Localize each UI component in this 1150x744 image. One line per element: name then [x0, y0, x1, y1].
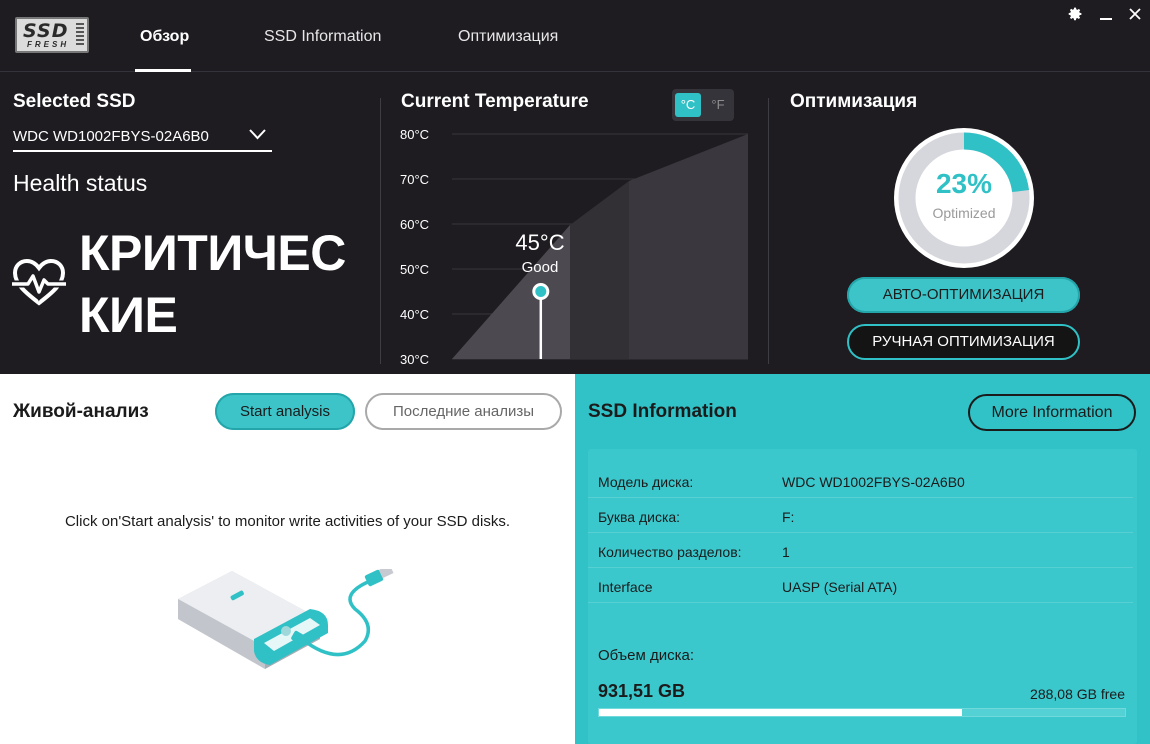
fahrenheit-button[interactable]: °F [705, 93, 731, 117]
info-value: F: [782, 509, 795, 525]
info-key: Interface [598, 579, 653, 595]
minimize-icon[interactable] [1096, 6, 1116, 26]
temp-area-warm [570, 181, 629, 359]
optimization-title: Оптимизация [790, 91, 918, 112]
temperature-tick-label: 70°C [400, 172, 429, 187]
ssd-dropdown-value: WDC WD1002FBYS-02A6B0 [13, 128, 209, 145]
info-key: Количество разделов: [598, 544, 742, 560]
info-row-partitions: Количество разделов: 1 [588, 533, 1133, 568]
info-value: 1 [782, 544, 790, 560]
auto-optimize-button[interactable]: АВТО-ОПТИМИЗАЦИЯ [847, 277, 1080, 313]
temperature-tick-label: 60°C [400, 217, 429, 232]
info-row-model: Модель диска: WDC WD1002FBYS-02A6B0 [588, 463, 1133, 498]
tab-optimization[interactable]: Оптимизация [458, 28, 558, 46]
temperature-tick-label: 80°C [400, 127, 429, 142]
selected-ssd-title: Selected SSD [13, 91, 136, 112]
temp-area-hot [629, 134, 748, 359]
live-analysis-title: Живой-анализ [13, 401, 149, 422]
ssd-dropdown[interactable]: WDC WD1002FBYS-02A6B0 [13, 124, 272, 152]
temperature-marker [532, 283, 550, 300]
ssd-information-panel: SSD Information More Information Модель … [575, 374, 1150, 744]
temperature-tick-label: 30°C [400, 352, 429, 367]
heart-pulse-icon [12, 258, 66, 306]
top-bar: SSD FRESH Обзор SSD Information Оптимиза… [0, 0, 1150, 72]
optimization-sublabel: Optimized [932, 205, 996, 221]
info-key: Модель диска: [598, 474, 694, 490]
capacity-label: Объем диска: [598, 647, 694, 664]
gear-icon[interactable] [1065, 6, 1085, 26]
info-row-interface: Interface UASP (Serial ATA) [588, 568, 1133, 603]
tab-ssd-information[interactable]: SSD Information [264, 28, 381, 46]
manual-optimize-button[interactable]: РУЧНАЯ ОПТИМИЗАЦИЯ [847, 324, 1080, 360]
live-analysis-panel: Живой-анализ Start analysis Последние ан… [0, 374, 575, 744]
capacity-total: 931,51 GB [598, 681, 686, 701]
optimization-percent: 23% [935, 168, 993, 199]
external-drive-illustration [178, 569, 394, 669]
temperature-status: Good [522, 259, 559, 276]
more-information-button[interactable]: More Information [968, 394, 1136, 431]
temperature-title: Current Temperature [401, 91, 589, 112]
tab-overview[interactable]: Обзор [140, 28, 189, 46]
recent-analyses-button[interactable]: Последние анализы [365, 393, 562, 430]
logo-stripes [76, 23, 84, 47]
temperature-unit-toggle: °C °F [672, 89, 734, 121]
active-tab-indicator [135, 69, 191, 72]
divider [768, 98, 769, 364]
ssd-information-title: SSD Information [588, 401, 737, 422]
temperature-tick-label: 40°C [400, 307, 429, 322]
app-logo: SSD FRESH [15, 17, 89, 53]
capacity-bar [598, 708, 1126, 717]
temperature-gauge: 80°C 70°C 60°C 50°C 40°C 30°C 45°C Good [400, 127, 748, 367]
temperature-tick-label: 50°C [400, 262, 429, 277]
celsius-button[interactable]: °C [675, 93, 701, 117]
start-analysis-button[interactable]: Start analysis [215, 393, 355, 430]
chevron-down-icon [249, 129, 266, 140]
capacity-free: 288,08 GB free [1030, 686, 1125, 702]
divider [380, 98, 381, 364]
health-status-value: КРИТИЧЕС КИЕ [79, 225, 346, 343]
info-value: WDC WD1002FBYS-02A6B0 [782, 474, 965, 490]
logo-text: SSD [23, 20, 69, 42]
logo-subtext: FRESH [27, 40, 70, 49]
health-status-label: Health status [13, 170, 148, 196]
ssd-information-card: Модель диска: WDC WD1002FBYS-02A6B0 Букв… [588, 449, 1137, 744]
temperature-value: 45°C [515, 230, 564, 255]
live-analysis-message: Click on'Start analysis' to monitor writ… [64, 513, 511, 530]
close-icon[interactable] [1125, 6, 1145, 26]
info-row-drive-letter: Буква диска: F: [588, 498, 1133, 533]
capacity-bar-fill [599, 709, 962, 716]
info-value: UASP (Serial ATA) [782, 579, 898, 595]
info-key: Буква диска: [598, 509, 681, 525]
